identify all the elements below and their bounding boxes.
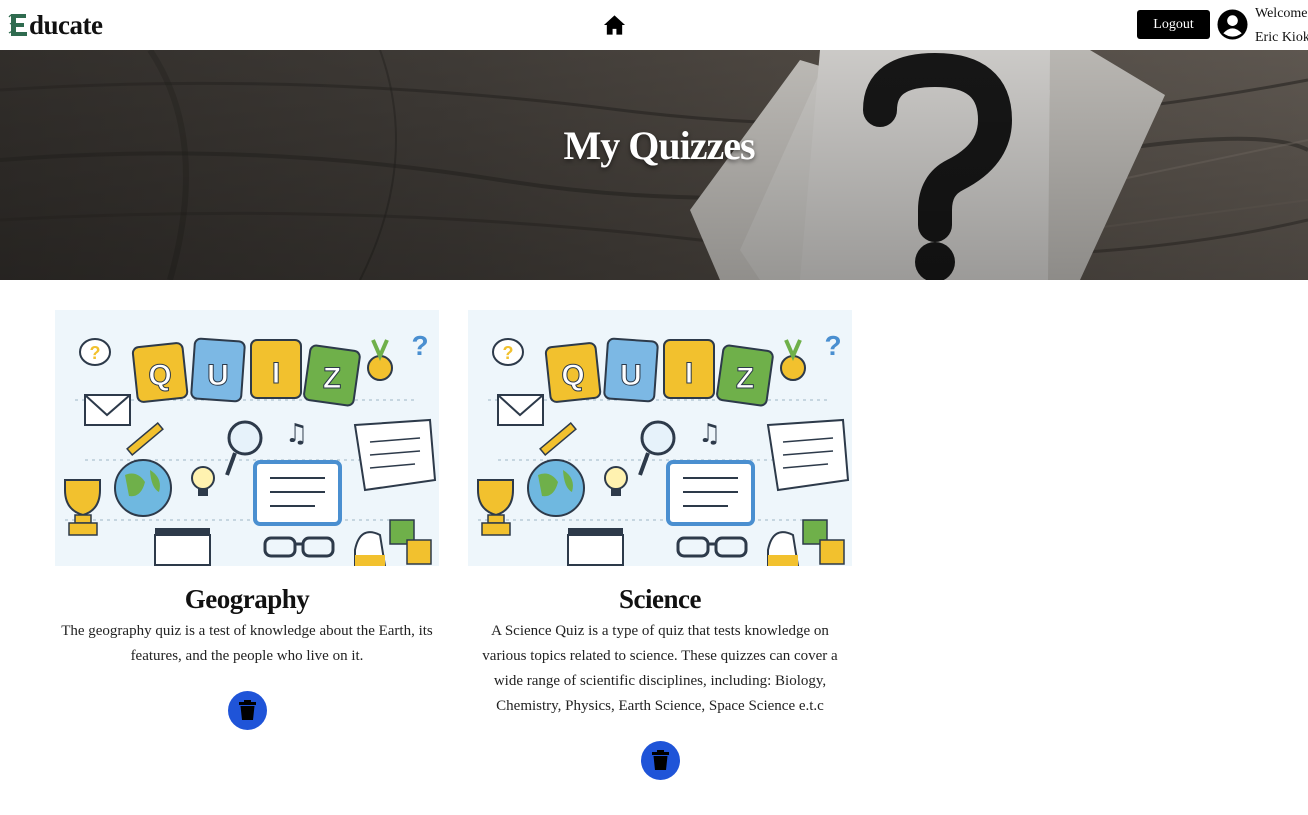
svg-text:?: ?: [411, 330, 428, 361]
svg-text:?: ?: [824, 330, 841, 361]
page-title: My Quizzes: [563, 123, 755, 168]
trash-icon: [651, 750, 669, 770]
svg-text:♫: ♫: [698, 419, 721, 449]
svg-text:?: ?: [503, 343, 514, 363]
delete-quiz-button[interactable]: [640, 741, 680, 780]
tile-letter: Z: [323, 362, 341, 395]
tile-letter: U: [620, 359, 642, 392]
home-icon[interactable]: [603, 14, 626, 36]
tile-letter: I: [272, 357, 280, 390]
top-navbar: ducate Logout Welcome Eric Kioko: [0, 0, 1308, 50]
quiz-title: Geography: [184, 584, 310, 614]
quiz-card: Q U I Z ? ? ♫: [55, 310, 439, 730]
welcome-label: Welcome: [1255, 6, 1308, 21]
tile-letter: Z: [736, 362, 754, 395]
logo-e-icon: [8, 14, 27, 36]
svg-text:♫: ♫: [285, 419, 308, 449]
quiz-description: A Science Quiz is a type of quiz that te…: [482, 623, 838, 714]
welcome-text: Welcome Eric Kioko: [1255, 2, 1308, 50]
svg-text:?: ?: [90, 343, 101, 363]
quiz-card-image: Q U I Z ? ? ♫: [468, 310, 852, 566]
quiz-card-image: Q U I Z ? ? ♫: [55, 310, 439, 566]
quiz-title: Science: [619, 584, 701, 614]
trash-icon: [238, 700, 256, 720]
tile-letter: I: [685, 357, 693, 390]
user-circle-icon[interactable]: [1217, 9, 1248, 40]
welcome-username: Eric Kioko: [1255, 30, 1308, 45]
tile-letter: U: [207, 359, 229, 392]
tile-letter: Q: [148, 359, 171, 392]
delete-quiz-button[interactable]: [227, 691, 267, 730]
tile-letter: Q: [561, 359, 584, 392]
quiz-description: The geography quiz is a test of knowledg…: [61, 623, 433, 664]
quiz-card: Q U I Z ? ? ♫: [468, 310, 852, 780]
logo[interactable]: ducate: [8, 8, 103, 42]
hero-banner: My Quizzes: [0, 50, 1308, 280]
logout-button[interactable]: Logout: [1137, 10, 1210, 39]
logo-text: ducate: [29, 9, 103, 40]
